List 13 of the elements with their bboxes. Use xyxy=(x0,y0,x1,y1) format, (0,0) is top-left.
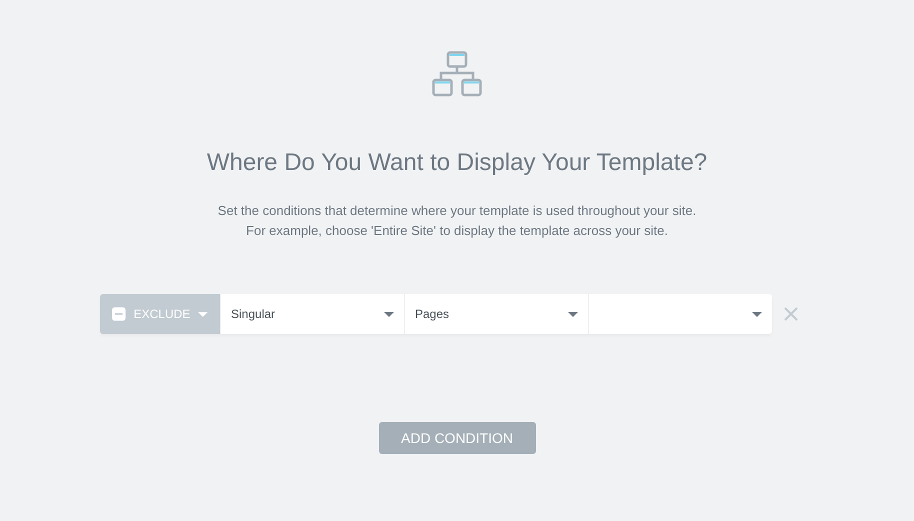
minus-icon xyxy=(112,307,126,321)
sitemap-icon xyxy=(432,51,482,97)
description: Set the conditions that determine where your template is used throughout your site. For example, choose 'Entire Site' to display the template across your site. xyxy=(218,202,696,240)
condition-dropdown[interactable]: Singular xyxy=(220,294,404,334)
caret-icon xyxy=(568,312,578,316)
caret-icon xyxy=(198,312,208,316)
condition-dropdown[interactable]: Pages xyxy=(404,294,588,334)
caret-icon xyxy=(384,312,394,316)
close-button[interactable] xyxy=(782,305,800,323)
page-title: Where Do You Want to Display Your Template? xyxy=(206,149,708,177)
condition-dropdown[interactable] xyxy=(588,294,772,334)
caret-icon xyxy=(752,312,762,316)
mode-label: EXCLUDE xyxy=(134,307,190,321)
